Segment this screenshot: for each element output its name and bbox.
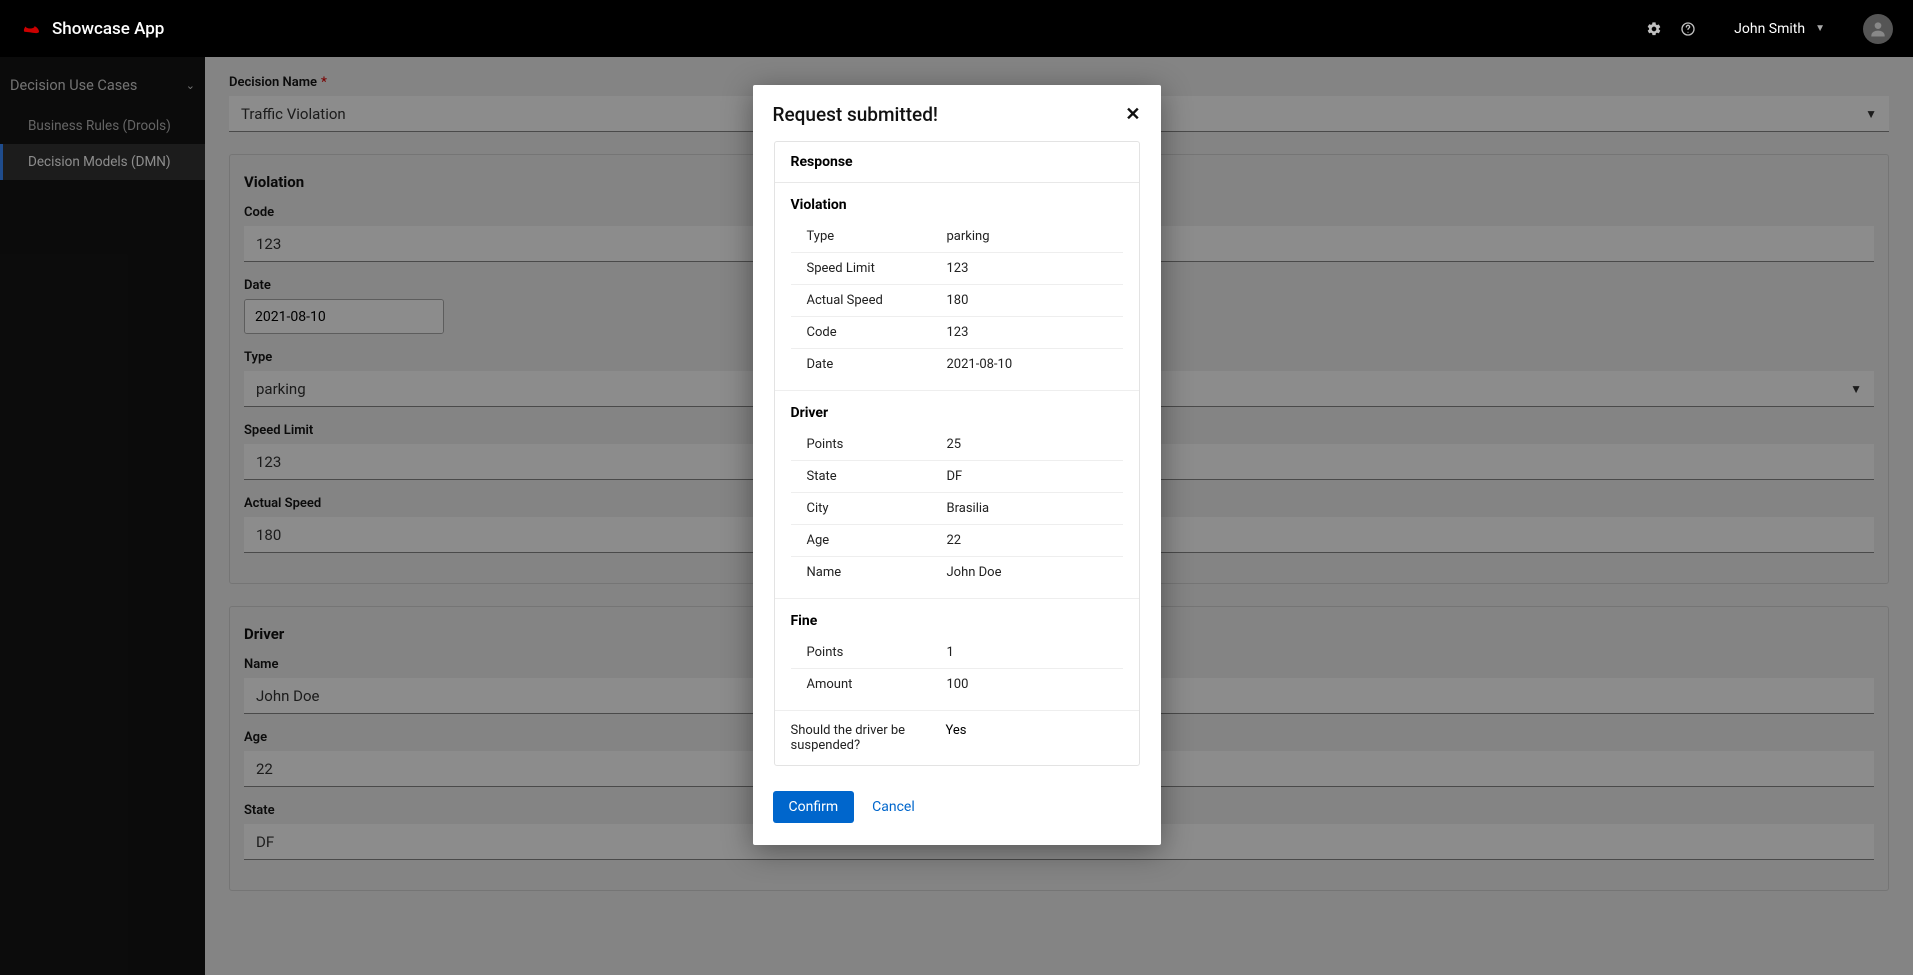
response-row: Age22 bbox=[791, 525, 1123, 557]
response-key: Name bbox=[807, 565, 947, 580]
response-key: State bbox=[807, 469, 947, 484]
suspend-question: Should the driver be suspended? bbox=[791, 723, 946, 753]
response-row: Amount100 bbox=[791, 669, 1123, 700]
response-value: 100 bbox=[947, 677, 969, 692]
response-value: parking bbox=[947, 229, 990, 244]
response-key: Points bbox=[807, 437, 947, 452]
request-submitted-modal: Request submitted! ✕ Response Violation … bbox=[753, 85, 1161, 845]
response-key: City bbox=[807, 501, 947, 516]
response-violation-section: Violation TypeparkingSpeed Limit123Actua… bbox=[775, 183, 1139, 391]
response-key: Amount bbox=[807, 677, 947, 692]
response-value: 22 bbox=[947, 533, 962, 548]
response-key: Speed Limit bbox=[807, 261, 947, 276]
response-row: NameJohn Doe bbox=[791, 557, 1123, 588]
response-key: Actual Speed bbox=[807, 293, 947, 308]
response-value: John Doe bbox=[947, 565, 1002, 580]
response-value: 123 bbox=[947, 261, 969, 276]
response-violation-title: Violation bbox=[791, 197, 1123, 213]
response-box: Response Violation TypeparkingSpeed Limi… bbox=[774, 141, 1140, 766]
close-icon[interactable]: ✕ bbox=[1125, 104, 1140, 125]
response-value: 25 bbox=[947, 437, 962, 452]
app-title: Showcase App bbox=[52, 19, 164, 39]
modal-title: Request submitted! bbox=[773, 103, 938, 126]
modal-overlay[interactable]: Request submitted! ✕ Response Violation … bbox=[0, 57, 1913, 975]
response-label: Response bbox=[775, 142, 1139, 183]
gear-icon[interactable] bbox=[1646, 21, 1662, 37]
response-key: Points bbox=[807, 645, 947, 660]
response-row: StateDF bbox=[791, 461, 1123, 493]
cancel-button[interactable]: Cancel bbox=[872, 799, 915, 815]
response-value: 123 bbox=[947, 325, 969, 340]
redhat-icon bbox=[20, 21, 42, 37]
response-row: Points1 bbox=[791, 637, 1123, 669]
chevron-down-icon: ▼ bbox=[1815, 23, 1825, 34]
response-row: Speed Limit123 bbox=[791, 253, 1123, 285]
app-header: Showcase App John Smith ▼ bbox=[0, 0, 1913, 57]
suspend-row: Should the driver be suspended? Yes bbox=[775, 710, 1139, 765]
response-row: Date2021-08-10 bbox=[791, 349, 1123, 380]
modal-header: Request submitted! ✕ bbox=[753, 85, 1161, 134]
help-icon[interactable] bbox=[1680, 21, 1696, 37]
response-value: DF bbox=[947, 469, 963, 484]
header-right: John Smith ▼ bbox=[1646, 14, 1893, 44]
response-fine-rows: Points1Amount100 bbox=[791, 637, 1123, 700]
response-value: 2021-08-10 bbox=[947, 357, 1013, 372]
response-driver-section: Driver Points25StateDFCityBrasiliaAge22N… bbox=[775, 391, 1139, 599]
response-key: Date bbox=[807, 357, 947, 372]
response-row: Code123 bbox=[791, 317, 1123, 349]
response-fine-title: Fine bbox=[791, 613, 1123, 629]
response-fine-section: Fine Points1Amount100 bbox=[775, 599, 1139, 710]
user-menu[interactable]: John Smith ▼ bbox=[1714, 21, 1825, 37]
response-row: Actual Speed180 bbox=[791, 285, 1123, 317]
suspend-answer: Yes bbox=[946, 723, 967, 753]
confirm-button[interactable]: Confirm bbox=[773, 791, 855, 823]
response-row: Typeparking bbox=[791, 221, 1123, 253]
response-driver-rows: Points25StateDFCityBrasiliaAge22NameJohn… bbox=[791, 429, 1123, 588]
response-row: Points25 bbox=[791, 429, 1123, 461]
response-value: 1 bbox=[947, 645, 954, 660]
user-name: John Smith bbox=[1734, 21, 1805, 37]
response-key: Age bbox=[807, 533, 947, 548]
logo-area: Showcase App bbox=[20, 19, 164, 39]
modal-body: Response Violation TypeparkingSpeed Limi… bbox=[753, 134, 1161, 773]
response-value: Brasilia bbox=[947, 501, 990, 516]
response-violation-rows: TypeparkingSpeed Limit123Actual Speed180… bbox=[791, 221, 1123, 380]
response-key: Type bbox=[807, 229, 947, 244]
response-driver-title: Driver bbox=[791, 405, 1123, 421]
response-key: Code bbox=[807, 325, 947, 340]
modal-footer: Confirm Cancel bbox=[753, 773, 1161, 845]
response-value: 180 bbox=[947, 293, 969, 308]
avatar[interactable] bbox=[1863, 14, 1893, 44]
response-row: CityBrasilia bbox=[791, 493, 1123, 525]
